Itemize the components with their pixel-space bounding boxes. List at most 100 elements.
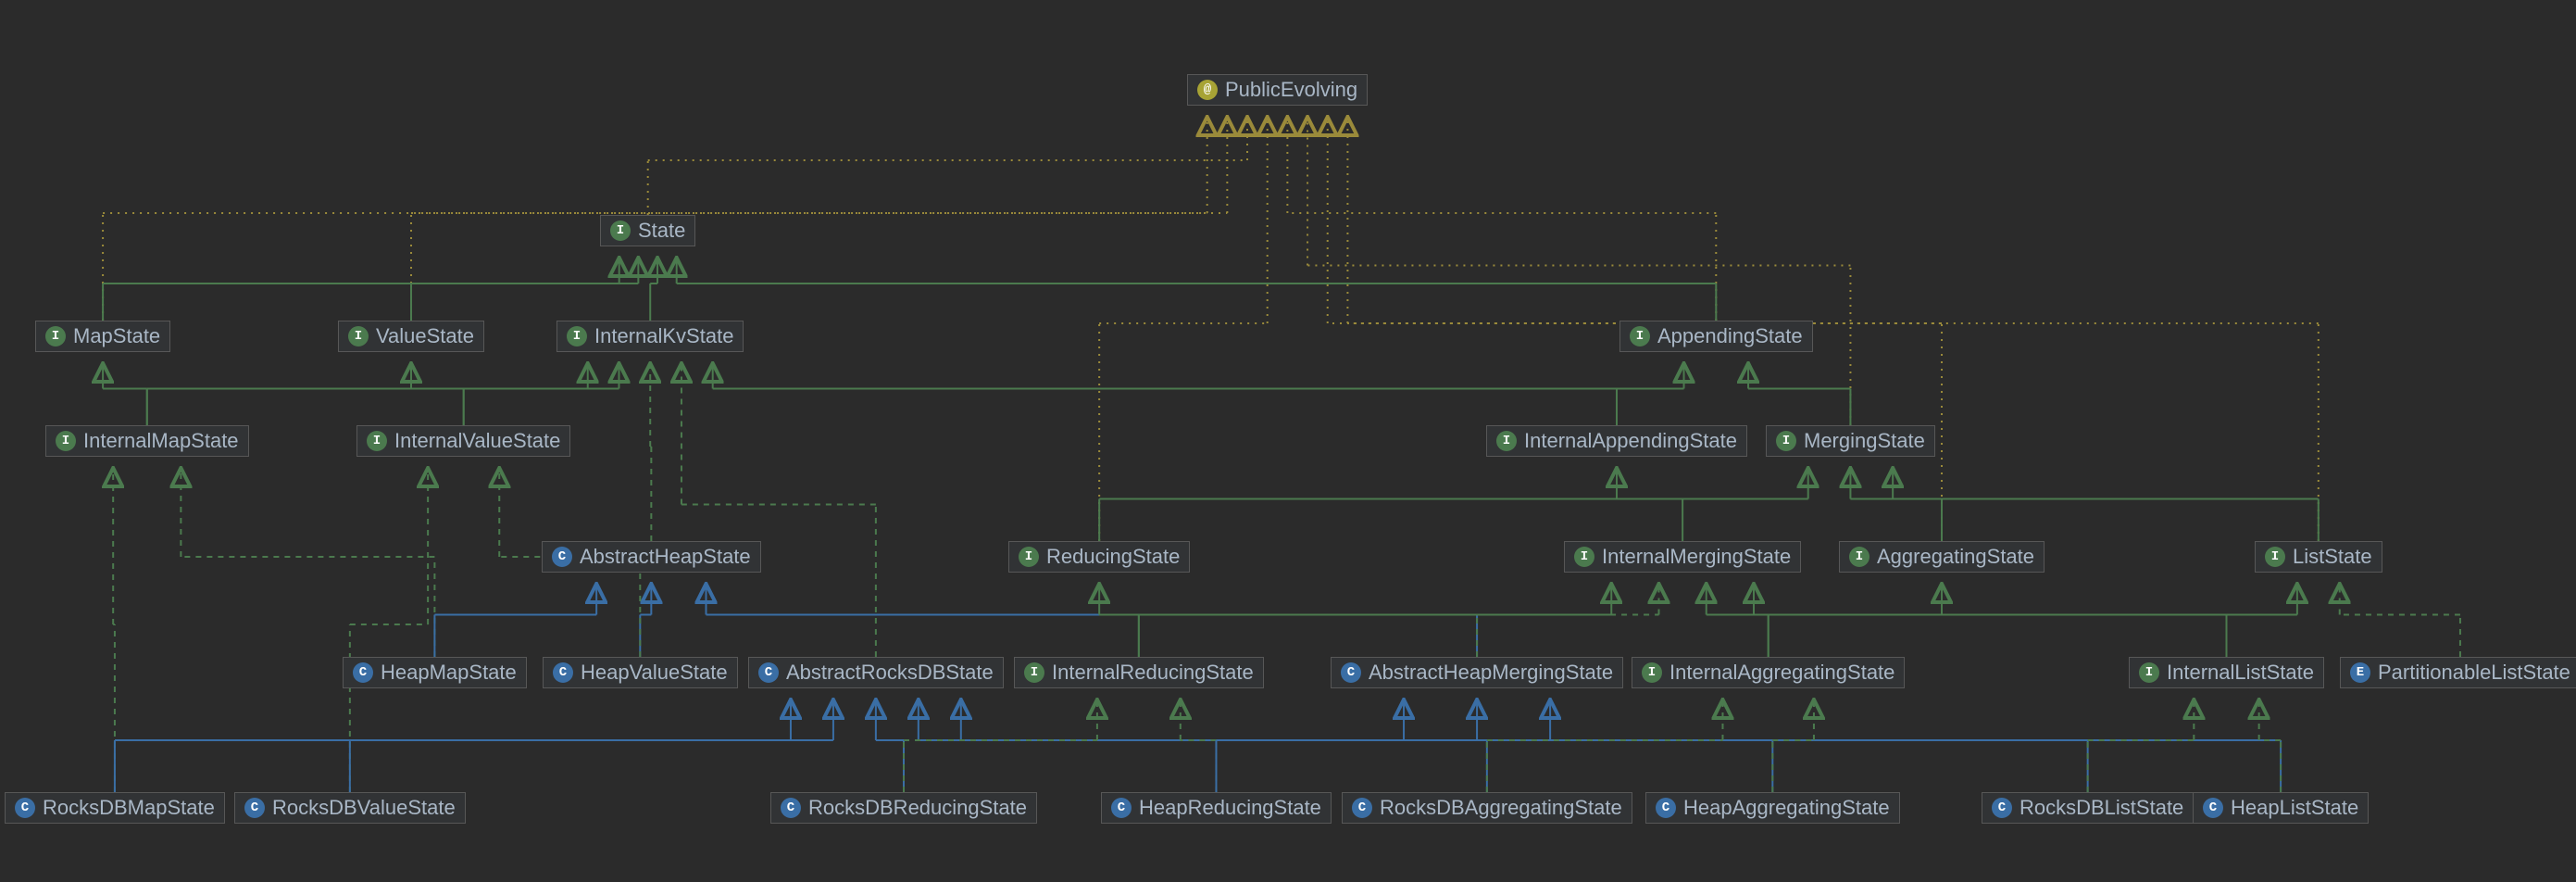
edge-internalListState-listState (2226, 584, 2296, 657)
node-label: MapState (73, 324, 160, 348)
class-icon: C (2203, 798, 2223, 818)
edge-mapState-state (103, 258, 619, 321)
node-label: HeapReducingState (1139, 796, 1321, 820)
edge-rocksDBValueState-abstractRocksDBState (350, 699, 833, 792)
node-label: RocksDBMapState (43, 796, 215, 820)
class-icon: C (353, 662, 373, 683)
edge-reducingState-mergingState (1099, 468, 1808, 541)
node-state[interactable]: IState (600, 215, 695, 246)
node-heapReducingState[interactable]: C HeapReducingState (1101, 792, 1332, 824)
node-label: InternalReducingState (1052, 661, 1254, 685)
node-label: MergingState (1804, 429, 1925, 453)
node-internalAppendingState[interactable]: IInternalAppendingState (1486, 425, 1747, 457)
node-label: RocksDBAggregatingState (1380, 796, 1622, 820)
edge-heapListState-internalListState (2259, 699, 2281, 792)
edge-aggregatingState-mergingState (1850, 468, 1942, 541)
node-valueState[interactable]: IValueState (338, 321, 484, 352)
node-heapValueState[interactable]: CHeapValueState (543, 657, 738, 688)
edge-internalValueState-internalKvState (464, 363, 619, 425)
edge-appendingState-state (677, 258, 1717, 321)
edge-abstractHeapMergingState-abstractHeapState (707, 584, 1478, 657)
edge-rocksDBMapState-internalMapState (113, 468, 115, 792)
node-label: InternalMergingState (1602, 545, 1791, 569)
node-rocksDBMapState[interactable]: C RocksDBMapState (5, 792, 225, 824)
node-label: InternalMapState (83, 429, 239, 453)
interface-icon: I (56, 431, 76, 451)
class-icon: C (1111, 798, 1132, 818)
edge-mergingState-appendingState (1748, 363, 1850, 425)
edge-listState-publicEvolving (1347, 117, 2318, 541)
node-appendingState[interactable]: I AppendingState (1619, 321, 1813, 352)
interface-icon: I (1574, 547, 1594, 567)
node-label: InternalKvState (594, 324, 733, 348)
node-rocksDBReducingState[interactable]: CRocksDBReducingState (770, 792, 1037, 824)
node-label: AppendingState (1657, 324, 1803, 348)
interface-icon: I (1849, 547, 1869, 567)
edge-partitionableListState-listState (2340, 584, 2460, 657)
node-label: ReducingState (1046, 545, 1180, 569)
edge-heapAggregatingState-internalAggregatingState (1772, 699, 1814, 792)
node-rocksDBListState[interactable]: CRocksDBListState (1982, 792, 2194, 824)
node-internalAggregatingState[interactable]: IInternalAggregatingState (1632, 657, 1905, 688)
edge-internalAggregatingState-aggregatingState (1769, 584, 1942, 657)
edge-heapListState-abstractHeapMergingState (1550, 699, 2281, 792)
interface-icon: I (567, 326, 587, 346)
interface-icon: I (610, 220, 631, 241)
node-partitionableListState[interactable]: EPartitionableListState (2340, 657, 2576, 688)
node-label: HeapValueState (581, 661, 728, 685)
node-label: PublicEvolving (1225, 78, 1357, 102)
edge-internalAppendingState-appendingState (1617, 363, 1684, 425)
node-internalReducingState[interactable]: IInternalReducingState (1014, 657, 1264, 688)
edge-internalMergingState-internalAppendingState (1617, 468, 1682, 541)
node-internalListState[interactable]: I InternalListState (2129, 657, 2324, 688)
node-publicEvolving[interactable]: @ PublicEvolving (1187, 74, 1368, 106)
node-abstractHeapState[interactable]: CAbstractHeapState (542, 541, 761, 573)
class-icon: C (244, 798, 265, 818)
interface-icon: I (45, 326, 66, 346)
node-internalMergingState[interactable]: I InternalMergingState (1564, 541, 1801, 573)
node-rocksDBAggregatingState[interactable]: CRocksDBAggregatingState (1342, 792, 1632, 824)
node-heapAggregatingState[interactable]: CHeapAggregatingState (1645, 792, 1900, 824)
abstract-icon: C (1341, 662, 1361, 683)
node-listState[interactable]: IListState (2255, 541, 2382, 573)
node-label: InternalListState (2167, 661, 2314, 685)
edge-listState-mergingState (1893, 468, 2319, 541)
node-label: ValueState (376, 324, 474, 348)
node-heapListState[interactable]: CHeapListState (2193, 792, 2369, 824)
edge-heapAggregatingState-abstractHeapMergingState (1477, 699, 1772, 792)
node-label: PartitionableListState (2378, 661, 2570, 685)
node-heapMapState[interactable]: C HeapMapState (343, 657, 527, 688)
node-internalKvState[interactable]: I InternalKvState (556, 321, 744, 352)
interface-icon: I (1630, 326, 1650, 346)
edge-internalListState-internalMergingState (1754, 584, 2227, 657)
edge-internalMapState-mapState (103, 363, 147, 425)
node-abstractHeapMergingState[interactable]: CAbstractHeapMergingState (1331, 657, 1623, 688)
class-icon: C (15, 798, 35, 818)
node-label: ListState (2293, 545, 2372, 569)
node-reducingState[interactable]: IReducingState (1008, 541, 1190, 573)
edge-mergingState-publicEvolving (1307, 117, 1850, 425)
node-abstractRocksDBState[interactable]: CAbstractRocksDBState (748, 657, 1004, 688)
node-label: InternalAggregatingState (1669, 661, 1894, 685)
node-label: HeapMapState (381, 661, 517, 685)
node-internalValueState[interactable]: IInternalValueState (356, 425, 570, 457)
edge-appendingState-publicEvolving (1287, 117, 1716, 321)
node-aggregatingState[interactable]: IAggregatingState (1839, 541, 2045, 573)
interface-icon: I (1496, 431, 1517, 451)
node-mapState[interactable]: I MapState (35, 321, 170, 352)
edge-internalAggregatingState-internalMergingState (1707, 584, 1769, 657)
node-label: RocksDBValueState (272, 796, 456, 820)
edge-heapValueState-abstractHeapState (640, 584, 651, 657)
interface-icon: I (2139, 662, 2159, 683)
edge-internalKvState-state (650, 258, 657, 321)
edge-abstractHeapMergingState-internalMergingState (1477, 584, 1658, 657)
node-mergingState[interactable]: IMergingState (1766, 425, 1935, 457)
node-internalMapState[interactable]: I InternalMapState (45, 425, 249, 457)
edge-rocksDBListState-internalListState (2088, 699, 2195, 792)
node-rocksDBValueState[interactable]: C RocksDBValueState (234, 792, 466, 824)
node-label: RocksDBListState (2020, 796, 2183, 820)
annotation-icon: @ (1197, 80, 1218, 100)
edge-rocksDBValueState-internalValueState (350, 468, 428, 792)
node-label: InternalValueState (394, 429, 560, 453)
edge-valueState-state (411, 258, 638, 321)
